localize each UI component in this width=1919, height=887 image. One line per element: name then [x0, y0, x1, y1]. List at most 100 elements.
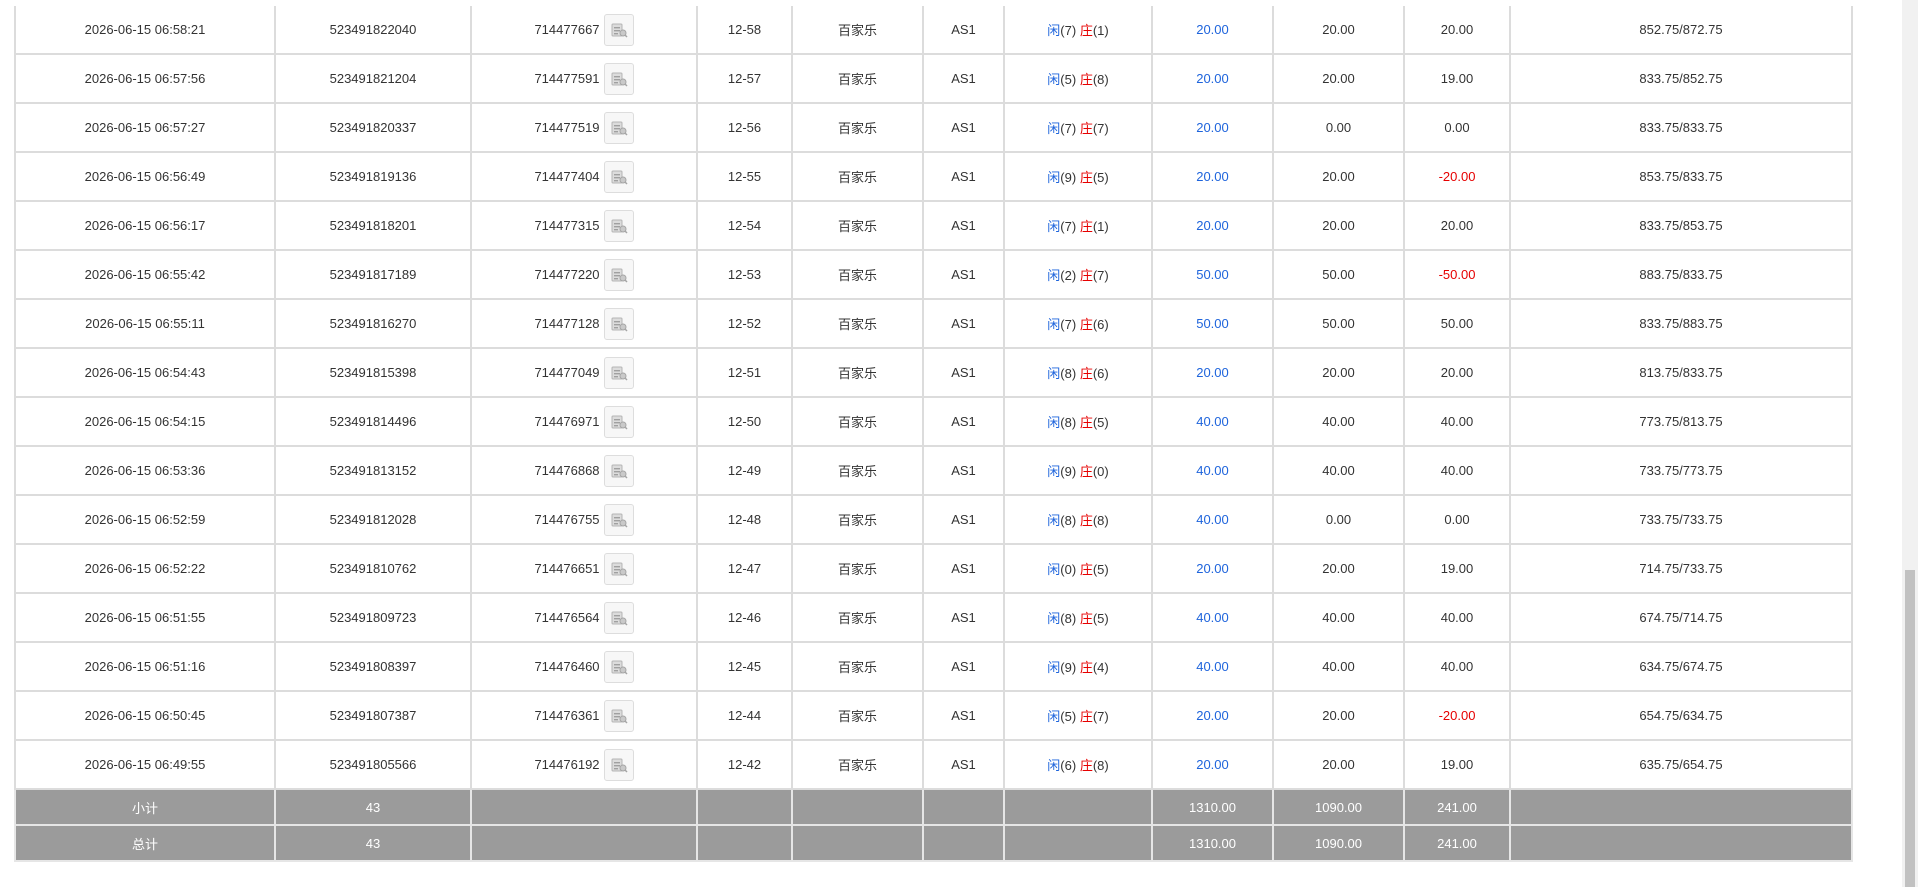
cell-bet: 20.00 [1151, 102, 1274, 153]
cell-time: 2026-06-15 06:52:59 [14, 494, 276, 545]
bet-time: 2026-06-15 06:54:43 [84, 365, 206, 380]
table-name: AS1 [951, 708, 976, 723]
cell-game: 百家乐 [791, 249, 924, 300]
details-icon[interactable] [603, 209, 634, 242]
table-row: 2026-06-15 06:52:22 523491810762 7144766… [14, 543, 1853, 594]
table-name: AS1 [951, 267, 976, 282]
cell-result: 闲(5) 庄(8) [1003, 53, 1153, 104]
cell-game: 百家乐 [791, 641, 924, 692]
details-icon[interactable] [603, 307, 634, 340]
details-icon[interactable] [603, 405, 634, 438]
game-name: 百家乐 [837, 72, 877, 87]
round-id-group: 714476192 [534, 748, 634, 781]
order-number: 523491807387 [329, 708, 417, 723]
win-loss-amount: 20.00 [1440, 22, 1474, 37]
cell-win-loss: 19.00 [1403, 53, 1511, 104]
win-loss-amount: -20.00 [1438, 708, 1476, 723]
cell-table: AS1 [922, 445, 1005, 496]
cell-result: 闲(0) 庄(5) [1003, 543, 1153, 594]
balance-change: 833.75/853.75 [1639, 218, 1723, 233]
table-row: 2026-06-15 06:49:55 523491805566 7144761… [14, 739, 1853, 790]
details-icon[interactable] [603, 62, 634, 95]
game-name: 百家乐 [837, 709, 877, 724]
cell-game: 百家乐 [791, 494, 924, 545]
cell-round-id: 714476971 [470, 396, 698, 447]
cell-bet: 40.00 [1151, 641, 1274, 692]
valid-bet-amount: 20.00 [1322, 169, 1355, 184]
round-id-group: 714477404 [534, 160, 634, 193]
details-icon[interactable] [603, 13, 634, 46]
details-icon[interactable] [603, 552, 634, 585]
game-name: 百家乐 [837, 513, 877, 528]
bet-amount: 20.00 [1196, 22, 1229, 37]
details-icon[interactable] [603, 356, 634, 389]
summary-empty-cell [922, 824, 1005, 862]
cell-order-no: 523491816270 [274, 298, 472, 349]
balance-change: 654.75/634.75 [1639, 708, 1723, 723]
vertical-scrollbar[interactable] [1902, 0, 1918, 887]
cell-win-loss: 20.00 [1403, 6, 1511, 55]
banker-point: (7) [1092, 121, 1109, 136]
shoe-number: 12-53 [727, 267, 762, 282]
cell-round-id: 714476361 [470, 690, 698, 741]
cell-round-id: 714477315 [470, 200, 698, 251]
cell-table: AS1 [922, 6, 1005, 55]
cell-table: AS1 [922, 592, 1005, 643]
bet-time: 2026-06-15 06:51:55 [84, 610, 206, 625]
game-name: 百家乐 [837, 660, 877, 675]
cell-balance: 833.75/853.75 [1509, 200, 1853, 251]
details-icon[interactable] [603, 699, 634, 732]
cell-table: AS1 [922, 690, 1005, 741]
summary-label: 小计 [131, 800, 158, 816]
balance-change: 634.75/674.75 [1639, 659, 1723, 674]
round-id: 714476971 [534, 414, 600, 429]
table-body: 2026-06-15 06:58:21 523491822040 7144776… [14, 6, 1853, 862]
details-icon[interactable] [603, 503, 634, 536]
player-point: (9) [1060, 464, 1077, 479]
banker-label: 庄 [1079, 709, 1093, 724]
scrollbar-thumb[interactable] [1905, 570, 1915, 887]
valid-bet-amount: 40.00 [1322, 659, 1355, 674]
player-point: (7) [1060, 317, 1077, 332]
game-name: 百家乐 [837, 415, 877, 430]
player-label: 闲 [1047, 366, 1061, 381]
summary-count: 43 [365, 799, 381, 815]
banker-label: 庄 [1079, 611, 1093, 626]
balance-change: 773.75/813.75 [1639, 414, 1723, 429]
details-icon[interactable] [603, 601, 634, 634]
bet-amount: 20.00 [1196, 169, 1229, 184]
cell-time: 2026-06-15 06:57:27 [14, 102, 276, 153]
cell-order-no: 523491817189 [274, 249, 472, 300]
details-icon[interactable] [603, 258, 634, 291]
details-icon[interactable] [603, 160, 634, 193]
bet-time: 2026-06-15 06:56:49 [84, 169, 206, 184]
valid-bet-amount: 40.00 [1322, 463, 1355, 478]
order-number: 523491821204 [329, 71, 417, 86]
bet-time: 2026-06-15 06:53:36 [84, 463, 206, 478]
cell-order-no: 523491807387 [274, 690, 472, 741]
details-icon[interactable] [603, 650, 634, 683]
cell-win-loss: 0.00 [1403, 494, 1511, 545]
cell-game: 百家乐 [791, 739, 924, 790]
shoe-number: 12-57 [727, 71, 762, 86]
banker-point: (5) [1092, 562, 1109, 577]
cell-order-no: 523491805566 [274, 739, 472, 790]
cell-round-id: 714477404 [470, 151, 698, 202]
details-icon[interactable] [603, 454, 634, 487]
round-id-group: 714476460 [534, 650, 634, 683]
details-icon[interactable] [603, 111, 634, 144]
game-name: 百家乐 [837, 170, 877, 185]
cell-shoe: 12-42 [696, 739, 793, 790]
cell-bet: 20.00 [1151, 6, 1274, 55]
win-loss-amount: 40.00 [1440, 414, 1474, 429]
details-icon[interactable] [603, 748, 634, 781]
player-point: (8) [1060, 366, 1077, 381]
cell-valid-bet: 20.00 [1272, 347, 1405, 398]
round-id-group: 714476361 [534, 699, 634, 732]
cell-result: 闲(7) 庄(6) [1003, 298, 1153, 349]
table-name: AS1 [951, 659, 976, 674]
balance-change: 833.75/833.75 [1639, 120, 1723, 135]
cell-order-no: 523491813152 [274, 445, 472, 496]
cell-table: AS1 [922, 249, 1005, 300]
valid-bet-amount: 20.00 [1322, 561, 1355, 576]
